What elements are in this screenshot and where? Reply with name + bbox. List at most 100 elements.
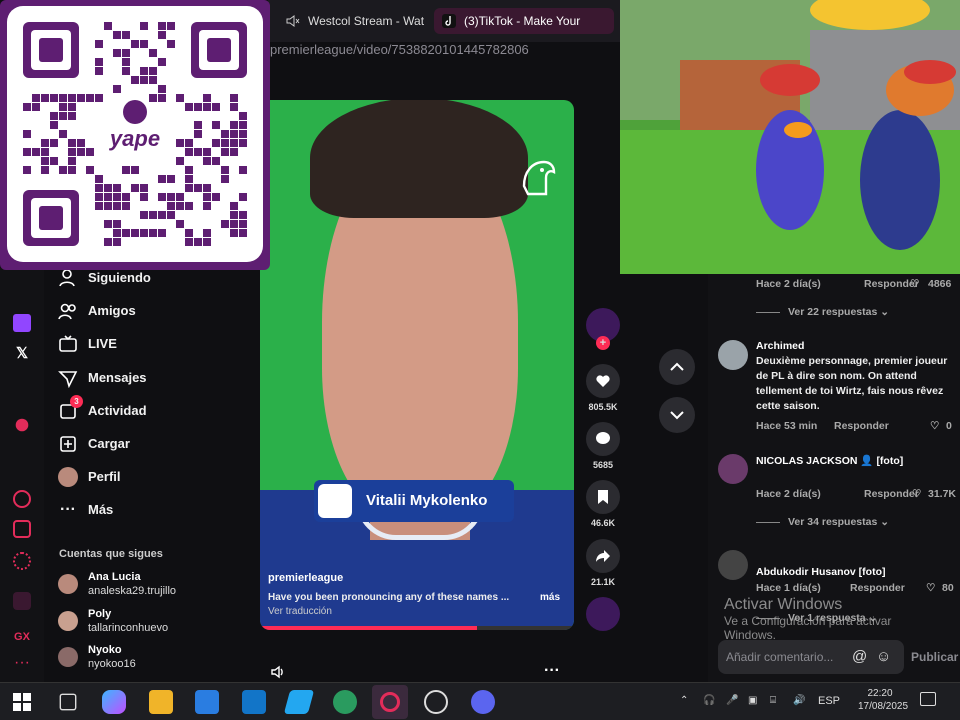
comment-time: Hace 2 día(s) [756, 278, 821, 290]
microphone-icon[interactable]: 🎤 [726, 695, 738, 706]
following-item[interactable]: Poly tallarinconhuevo [56, 607, 168, 639]
muted-speaker-icon[interactable] [286, 14, 300, 28]
headset-icon[interactable]: 🎧 [703, 695, 715, 706]
save-button[interactable]: 46.6K [586, 480, 620, 528]
activity-badge: 3 [70, 395, 83, 408]
avatar[interactable] [718, 454, 748, 484]
windows-activation-watermark: Activar Windows Ve a Configuración para a… [724, 596, 944, 642]
share-icon [586, 539, 620, 573]
opera-gx-taskbar-button[interactable] [372, 685, 408, 719]
next-video-button[interactable] [659, 397, 695, 433]
tab-westcol-stream[interactable]: Westcol Stream - Wat [278, 8, 428, 34]
publish-button[interactable]: Publicar [911, 650, 958, 664]
nav-upload[interactable]: Cargar [56, 432, 130, 456]
task-view-icon[interactable] [59, 693, 77, 711]
url-bar[interactable]: premierleague/video/7538820101445782806 [268, 42, 620, 64]
share-button[interactable]: 21.1K [586, 539, 620, 587]
avatar [58, 467, 78, 487]
gx-icon[interactable]: GX [13, 628, 31, 646]
following-item[interactable]: Nyoko nyokoo16 [56, 643, 136, 675]
x-icon[interactable]: 𝕏 [13, 344, 31, 362]
comment-time: Hace 53 min [756, 420, 818, 432]
avatar[interactable] [718, 550, 748, 580]
comment-likes: 80 [942, 582, 954, 594]
like-button[interactable]: 805.5K [586, 364, 620, 412]
comment-button[interactable]: 5685 [586, 422, 620, 470]
nav-label: Cargar [88, 436, 130, 451]
hair [310, 100, 528, 218]
comment-tag: [foto] [876, 455, 904, 467]
nav-profile[interactable]: Perfil [56, 465, 121, 489]
clock[interactable]: 22:20 17/08/2025 [858, 687, 908, 713]
nav-live[interactable]: LIVE [56, 332, 117, 356]
heart-icon[interactable]: ♡ [910, 278, 919, 290]
language-indicator[interactable]: ESP [818, 695, 840, 707]
creator-avatar[interactable]: + [586, 308, 620, 350]
svg-text:yape: yape [109, 126, 160, 151]
settings-icon[interactable] [13, 552, 31, 570]
video-player[interactable]: Vitalii Mykolenko premierleague Have you… [260, 100, 574, 630]
video-account[interactable]: premierleague [268, 572, 343, 584]
store-icon[interactable] [195, 690, 219, 714]
following-handle: nyokoo16 [88, 658, 136, 670]
outlook-icon[interactable] [242, 690, 266, 714]
discord-icon[interactable] [471, 690, 495, 714]
view-replies[interactable]: Ver 34 respuestas ⌄ [756, 516, 889, 528]
progress-bar[interactable] [260, 626, 574, 630]
nav-more[interactable]: ··· Más [56, 498, 113, 522]
following-name: Nyoko [88, 644, 122, 656]
everton-crest-icon [318, 484, 352, 518]
chevron-down-icon [670, 411, 684, 420]
opera-icon[interactable] [13, 592, 31, 610]
following-item[interactable]: Ana Lucia analeska29.trujillo [56, 570, 176, 602]
comment-user[interactable]: Archimed [756, 340, 804, 352]
previous-video-button[interactable] [659, 349, 695, 385]
volume-icon[interactable]: 🔊 [793, 695, 805, 706]
edge-icon[interactable] [333, 690, 357, 714]
nav-activity[interactable]: 3 Actividad [56, 395, 147, 423]
comment-likes: 31.7K [928, 488, 957, 500]
camera-icon[interactable]: ▣ [748, 695, 757, 706]
view-replies[interactable]: Ver 22 respuestas ⌄ [756, 306, 889, 318]
nav-friends[interactable]: Amigos [56, 299, 136, 323]
comment-user[interactable]: Abdukodir Husanov [foto] [756, 566, 886, 578]
clock-icon[interactable] [13, 490, 31, 508]
heart-icon[interactable]: ♡ [926, 582, 935, 594]
avatar [58, 574, 78, 594]
comment-user[interactable]: NICOLAS JACKSON 👤 [foto] [756, 454, 903, 467]
network-icon[interactable]: ⌸ [770, 695, 776, 706]
comment-input[interactable]: Añadir comentario... @ ☺ [718, 640, 904, 674]
reply-link[interactable]: Responder [864, 488, 919, 500]
copilot-icon[interactable] [102, 690, 126, 714]
record-icon[interactable] [15, 418, 29, 432]
follow-plus-icon[interactable]: + [596, 336, 610, 350]
qr-pattern: yape [23, 22, 247, 246]
extensions-icon[interactable] [13, 520, 31, 538]
more-options-icon[interactable]: ··· [544, 662, 560, 680]
reply-link[interactable]: Responder [834, 420, 889, 432]
notifications-icon[interactable] [920, 692, 936, 706]
chevron-up-icon[interactable]: ⌃ [680, 695, 688, 706]
emoji-icon[interactable]: ☺ [876, 640, 891, 674]
premier-league-logo [522, 160, 556, 196]
video-description: Have you been pronouncing any of these n… [268, 592, 510, 603]
send-icon [58, 371, 78, 388]
screen: { "browser": { "tabs": [ {"label": "West… [0, 0, 960, 720]
translate-link[interactable]: Ver traducción [268, 606, 332, 617]
mention-icon[interactable]: @ [852, 640, 867, 674]
nav-messages[interactable]: Mensajes [56, 366, 147, 390]
avatar[interactable] [718, 340, 748, 370]
music-disc[interactable] [586, 597, 620, 635]
vscode-icon[interactable] [283, 690, 315, 714]
reply-link[interactable]: Responder [850, 582, 905, 594]
heart-icon[interactable]: ♡ [912, 488, 921, 500]
qr-code: yape [7, 6, 263, 262]
more-link[interactable]: más [540, 592, 560, 603]
more-dots-icon[interactable]: ··· [13, 655, 31, 676]
twitch-icon[interactable] [13, 314, 31, 332]
obs-icon[interactable] [424, 690, 448, 714]
heart-icon[interactable]: ♡ [930, 420, 939, 432]
windows-start-icon[interactable] [10, 690, 34, 714]
file-explorer-icon[interactable] [149, 690, 173, 714]
tab-tiktok[interactable]: (3)TikTok - Make Your [434, 8, 614, 34]
